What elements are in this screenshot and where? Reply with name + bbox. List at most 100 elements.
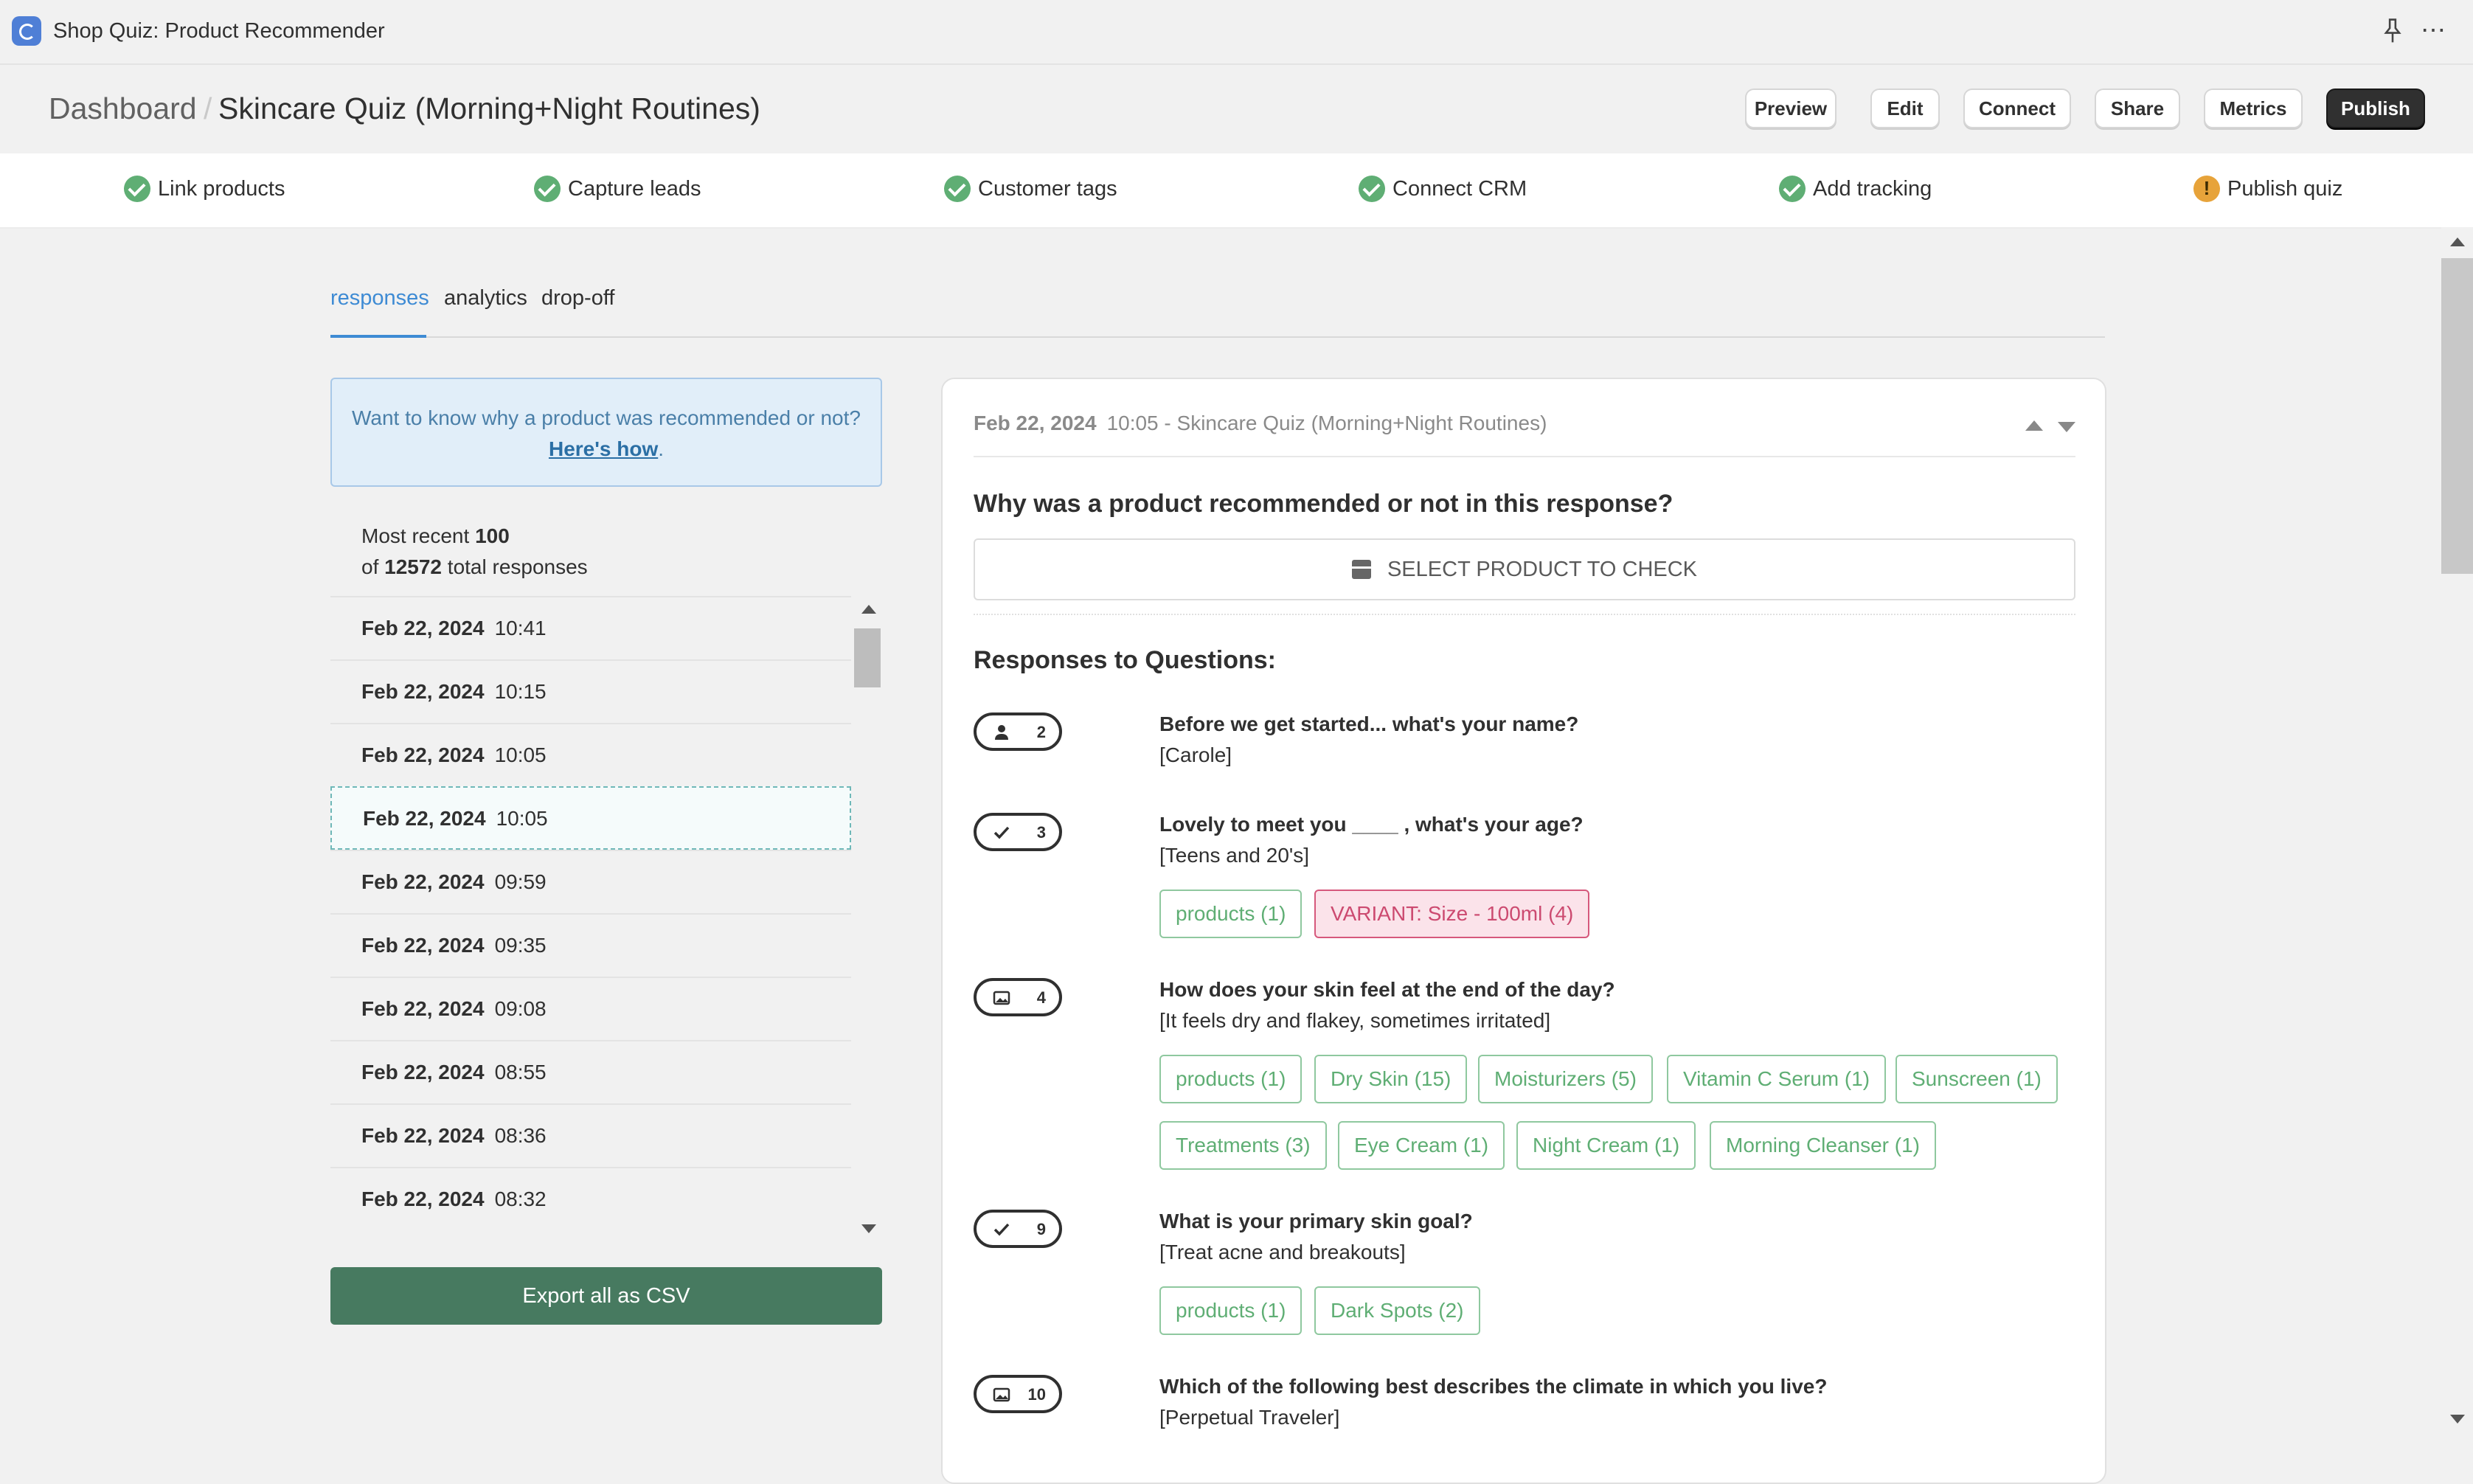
- response-date: Feb 22, 2024: [361, 1187, 485, 1210]
- page-scroll-down-icon[interactable]: [2450, 1415, 2465, 1424]
- tag-chip[interactable]: Eye Cream (1): [1338, 1121, 1505, 1170]
- box-icon: [1351, 559, 1371, 579]
- response-item[interactable]: Feb 22, 2024 08:55: [330, 1040, 851, 1103]
- question-answer: [Teens and 20's]: [1159, 844, 1310, 867]
- response-date: Feb 22, 2024: [361, 743, 485, 766]
- step-add-tracking[interactable]: Add tracking: [1779, 176, 1932, 202]
- step-customer-tags[interactable]: Customer tags: [944, 176, 1117, 202]
- question-number: 9: [1036, 1220, 1046, 1238]
- tag-chip[interactable]: products (1): [1159, 1055, 1303, 1103]
- question-answer: [Perpetual Traveler]: [1159, 1406, 1340, 1429]
- question-badge: 9: [974, 1210, 1062, 1248]
- check-circle-icon: [124, 176, 150, 202]
- edit-button[interactable]: Edit: [1870, 89, 1940, 128]
- response-date: Feb 22, 2024: [361, 934, 485, 957]
- responses-summary: Most recent 100 of 12572 total responses: [361, 521, 588, 583]
- response-item-selected[interactable]: Feb 22, 2024 10:05: [330, 786, 851, 850]
- response-time: 09:08: [494, 997, 547, 1020]
- summary-total-count: 12572: [384, 555, 443, 578]
- divider: [974, 456, 2075, 457]
- step-connect-crm[interactable]: Connect CRM: [1359, 176, 1527, 202]
- page-scrollbar-thumb[interactable]: [2441, 258, 2473, 574]
- info-text: Want to know why a product was recommend…: [352, 406, 861, 429]
- question-text: Lovely to meet you ____ , what's your ag…: [1159, 813, 1584, 836]
- export-csv-button[interactable]: Export all as CSV: [330, 1267, 882, 1325]
- step-publish-quiz[interactable]: Publish quiz: [2193, 176, 2342, 202]
- response-item[interactable]: Feb 22, 2024 10:41: [330, 596, 851, 659]
- tag-chip[interactable]: products (1): [1159, 890, 1303, 938]
- response-item[interactable]: Feb 22, 2024 08:36: [330, 1103, 851, 1167]
- step-label: Connect CRM: [1392, 176, 1527, 201]
- heres-how-link[interactable]: Here's how: [549, 437, 658, 460]
- response-item[interactable]: Feb 22, 2024 08:32: [330, 1167, 851, 1230]
- response-date: Feb 22, 2024: [363, 807, 486, 830]
- page-scroll-up-icon[interactable]: [2450, 237, 2465, 246]
- tab-drop-off[interactable]: drop-off: [541, 286, 614, 311]
- question-number: 10: [1027, 1385, 1046, 1404]
- check-circle-icon: [1359, 176, 1385, 202]
- next-response-icon[interactable]: [2058, 422, 2075, 432]
- pin-icon[interactable]: [2381, 18, 2404, 44]
- tag-chip[interactable]: Morning Cleanser (1): [1710, 1121, 1936, 1170]
- response-item[interactable]: Feb 22, 2024 09:59: [330, 850, 851, 913]
- list-scroll-up-icon[interactable]: [861, 605, 876, 614]
- tag-chip[interactable]: products (1): [1159, 1286, 1303, 1335]
- summary-recent-count: 100: [475, 524, 510, 547]
- question-badge: 3: [974, 813, 1062, 851]
- response-time: 10:15: [494, 680, 547, 703]
- breadcrumb-dashboard[interactable]: Dashboard: [49, 91, 197, 126]
- question-answer: [Treat acne and breakouts]: [1159, 1241, 1406, 1263]
- response-item[interactable]: Feb 22, 2024 10:15: [330, 659, 851, 723]
- tag-chip[interactable]: Vitamin C Serum (1): [1667, 1055, 1887, 1103]
- person-icon: [995, 725, 1008, 740]
- response-detail-card: Feb 22, 2024 10:05 - Skincare Quiz (Morni…: [941, 378, 2106, 1484]
- step-capture-leads[interactable]: Capture leads: [534, 176, 701, 202]
- image-icon: [993, 991, 1010, 1005]
- tag-chip[interactable]: Night Cream (1): [1516, 1121, 1696, 1170]
- share-button[interactable]: Share: [2095, 89, 2180, 128]
- response-time: 08:32: [494, 1187, 547, 1210]
- check-circle-icon: [534, 176, 561, 202]
- tab-responses[interactable]: responses: [330, 286, 429, 311]
- info-suffix: .: [658, 437, 665, 460]
- response-time: 08:36: [494, 1124, 547, 1147]
- page-header: Dashboard / Skincare Quiz (Morning+Night…: [0, 65, 2473, 153]
- response-time: 10:05: [494, 743, 547, 766]
- connect-button[interactable]: Connect: [1963, 89, 2071, 128]
- tag-chip[interactable]: Treatments (3): [1159, 1121, 1327, 1170]
- previous-response-icon[interactable]: [2025, 420, 2043, 431]
- question-number: 3: [1036, 823, 1046, 842]
- tag-chip[interactable]: Sunscreen (1): [1895, 1055, 2058, 1103]
- publish-button[interactable]: Publish: [2326, 89, 2425, 128]
- tag-chip[interactable]: Dry Skin (15): [1314, 1055, 1468, 1103]
- tab-analytics[interactable]: analytics: [444, 286, 527, 311]
- check-icon: [993, 826, 1010, 839]
- list-scrollbar-thumb[interactable]: [854, 628, 881, 687]
- response-item[interactable]: Feb 22, 2024 09:08: [330, 977, 851, 1040]
- step-label: Add tracking: [1813, 176, 1932, 201]
- response-date: Feb 22, 2024: [361, 997, 485, 1020]
- tag-chip[interactable]: Dark Spots (2): [1314, 1286, 1480, 1335]
- app-titlebar: Shop Quiz: Product Recommender ⋯: [0, 0, 2473, 65]
- list-scroll-down-icon[interactable]: [861, 1224, 876, 1233]
- responses-to-questions-heading: Responses to Questions:: [974, 646, 1276, 674]
- active-tab-indicator: [330, 335, 426, 338]
- metrics-button[interactable]: Metrics: [2204, 89, 2303, 128]
- check-circle-icon: [1779, 176, 1806, 202]
- response-item[interactable]: Feb 22, 2024 09:35: [330, 913, 851, 977]
- variant-tag-chip[interactable]: VARIANT: Size - 100ml (4): [1314, 890, 1590, 938]
- response-time: 09:35: [494, 934, 547, 957]
- summary-prefix: Most recent: [361, 524, 470, 547]
- question-answer: [Carole]: [1159, 743, 1232, 766]
- response-date: Feb 22, 2024: [361, 870, 485, 893]
- question-badge: 4: [974, 978, 1062, 1016]
- response-date: Feb 22, 2024: [361, 1124, 485, 1147]
- response-item[interactable]: Feb 22, 2024 10:05: [330, 723, 851, 786]
- response-time: 10:41: [494, 617, 547, 639]
- question-badge: 10: [974, 1375, 1062, 1413]
- preview-button[interactable]: Preview: [1745, 89, 1836, 128]
- select-product-button[interactable]: SELECT PRODUCT TO CHECK: [974, 538, 2075, 600]
- step-link-products[interactable]: Link products: [124, 176, 285, 202]
- tag-chip[interactable]: Moisturizers (5): [1478, 1055, 1653, 1103]
- more-options-icon[interactable]: ⋯: [2421, 18, 2447, 43]
